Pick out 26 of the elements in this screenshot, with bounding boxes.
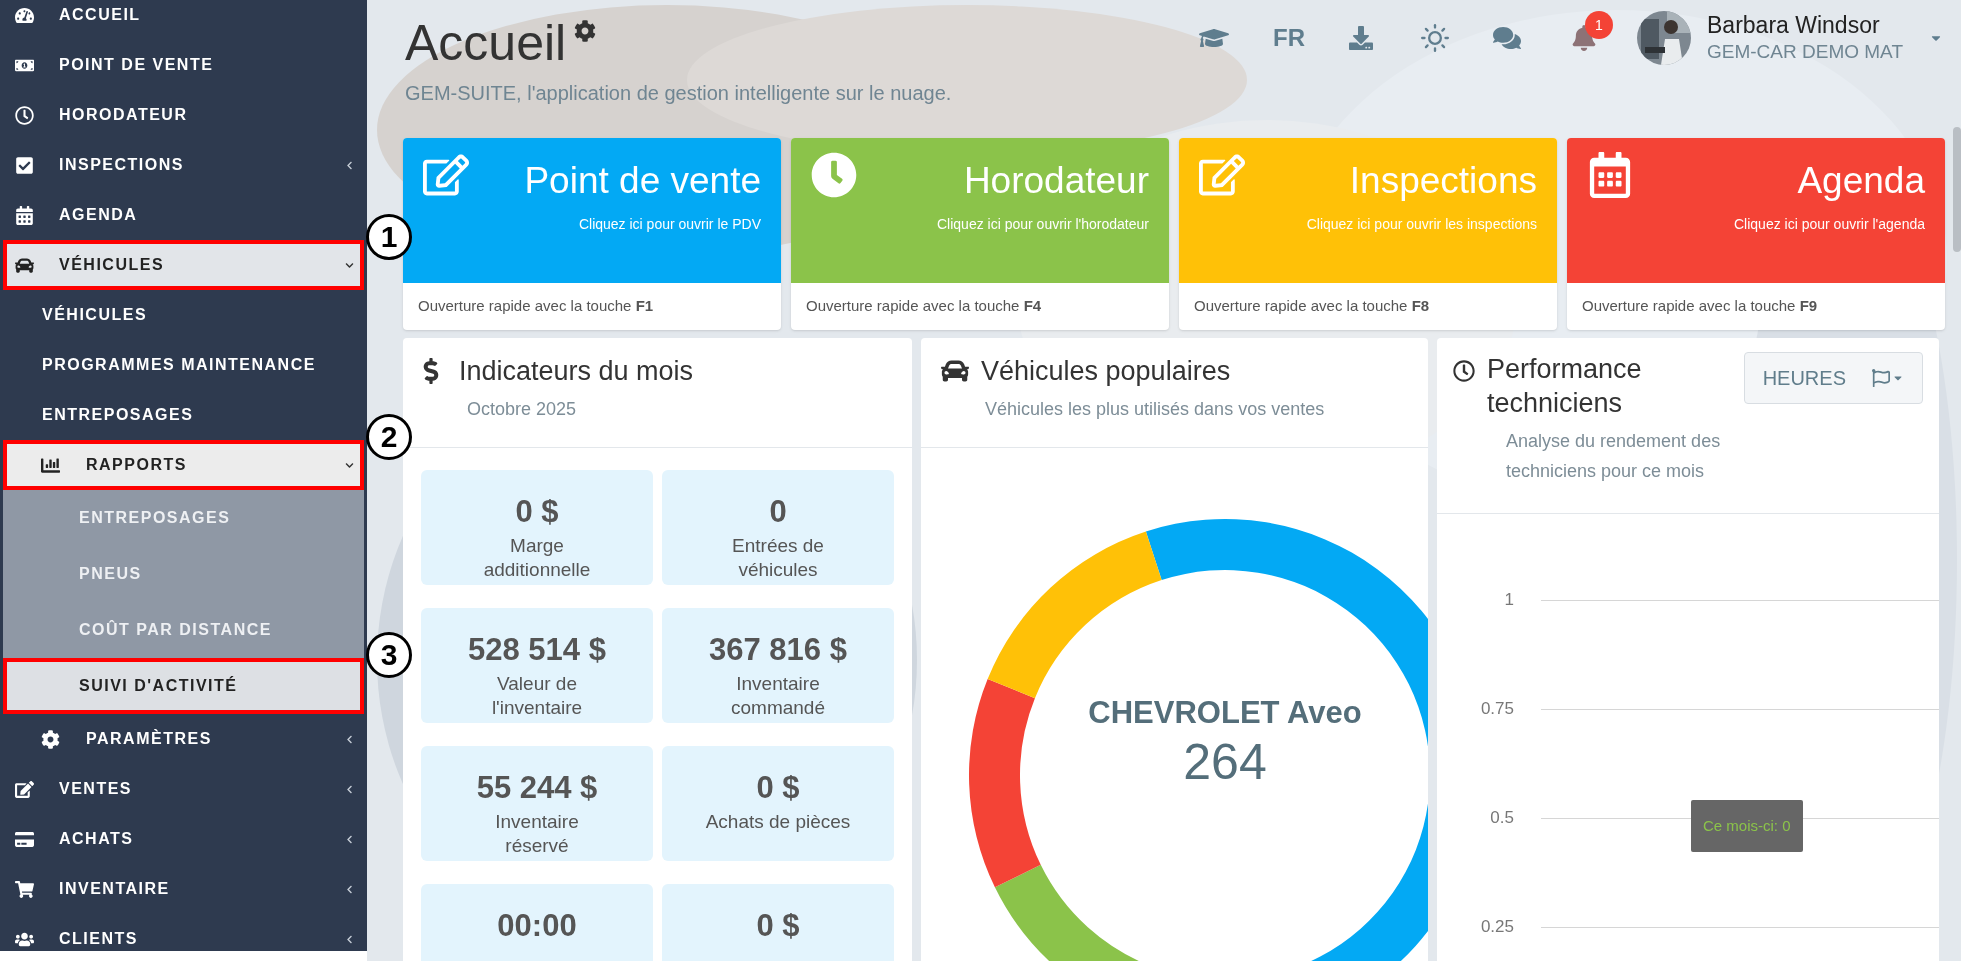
sidebar-item[interactable]: AGENDA <box>3 190 364 240</box>
gauge-icon <box>15 5 34 25</box>
edit-icon <box>15 779 34 799</box>
sidebar-item[interactable]: RAPPORTS <box>3 440 364 490</box>
sidebar-item[interactable]: INVENTAIRE <box>3 864 364 914</box>
sidebar-item[interactable]: VÉHICULES <box>3 290 364 340</box>
sidebar-item[interactable]: PROGRAMMES MAINTENANCE <box>3 340 364 390</box>
credit-card-icon <box>15 829 34 849</box>
checkbox-icon <box>15 155 34 175</box>
sidebar-item[interactable]: INSPECTIONS <box>3 140 364 190</box>
sidebar-item[interactable]: ACHATS <box>3 814 364 864</box>
sidebar-item[interactable]: HORODATEUR <box>3 90 364 140</box>
car-icon <box>15 255 34 275</box>
calendar-icon <box>15 205 34 225</box>
gear-icon <box>41 729 60 749</box>
sidebar-item[interactable]: SUIVI D'ACTIVITÉ <box>3 658 364 714</box>
sidebar-item[interactable]: POINT DE VENTE <box>3 40 364 90</box>
bar-chart-icon <box>41 455 60 475</box>
cart-icon <box>15 879 34 899</box>
sidebar-item[interactable]: VÉHICULES <box>3 240 364 290</box>
sidebar-item[interactable]: VENTES <box>3 764 364 814</box>
sidebar-item[interactable]: ACCUEIL <box>3 0 364 40</box>
sidebar-item[interactable]: PARAMÈTRES <box>3 714 364 764</box>
clock-icon <box>15 105 34 125</box>
sidebar-item[interactable]: ENTREPOSAGES <box>3 390 364 440</box>
sidebar-item[interactable]: CLIENTS <box>3 914 364 961</box>
